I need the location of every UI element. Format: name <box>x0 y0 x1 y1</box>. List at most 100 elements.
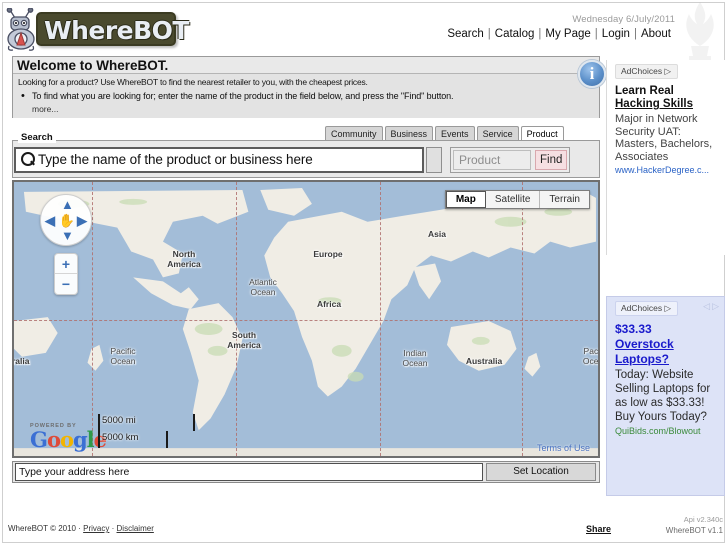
ad-1-body: Learn Real Hacking Skills Major in Netwo… <box>607 79 725 175</box>
ad-1-headline[interactable]: Learn Real Hacking Skills <box>615 85 718 111</box>
privacy-link[interactable]: Privacy <box>83 524 109 533</box>
adchoices-triangle-icon: ▷ <box>664 303 672 313</box>
chevron-right-icon[interactable]: ▷ <box>711 301 720 311</box>
find-button[interactable]: Find <box>535 149 568 170</box>
welcome-intro: Looking for a product? Use WhereBOT to f… <box>18 77 368 87</box>
adchoices-triangle-icon: ▷ <box>664 66 672 76</box>
nav-item-catalog[interactable]: Catalog <box>491 28 539 40</box>
page-title: Welcome to WhereBOT. <box>13 57 599 74</box>
wherebot-page: WhereBOT Wednesday 6/July/2011 Search | Ca… <box>0 0 727 545</box>
ad-2-description: Today: Website Selling Laptops for as lo… <box>615 369 711 423</box>
address-bar: Type your address here Set Location <box>12 461 600 483</box>
pan-down-icon[interactable]: ▼ <box>61 229 74 242</box>
map-meridian-line <box>380 182 381 456</box>
welcome-bullet: To find what you are looking for; enter … <box>21 90 594 102</box>
pan-up-icon[interactable]: ▲ <box>61 198 74 211</box>
ad-2-nav: ◁ ▷ <box>702 301 720 312</box>
map-label-atlantic-ocean: Atlantic Ocean <box>249 277 277 297</box>
brand-logo[interactable]: WhereBOT <box>6 6 189 51</box>
zoom-in-button[interactable]: + <box>55 254 77 274</box>
ad-2-url[interactable]: QuiBids.com/Blowout <box>615 426 717 436</box>
pan-right-icon[interactable]: ▶ <box>77 214 87 227</box>
ad-1-url[interactable]: www.HackerDegree.c... <box>615 165 718 175</box>
map-label-indian-ocean: Indian Ocean <box>402 348 428 368</box>
map-type-map[interactable]: Map <box>445 191 486 208</box>
ad-slot-1: AdChoices ▷ Learn Real Hacking Skills Ma… <box>606 60 725 255</box>
ad-slot-2: AdChoices ▷ ◁ ▷ $33.33 Overstock Laptops?… <box>606 296 725 496</box>
map-equator-line <box>14 320 598 321</box>
api-version: Api v2.340c <box>683 515 723 524</box>
address-input[interactable]: Type your address here <box>15 463 483 481</box>
header-right: Wednesday 6/July/2011 Search | Catalog | My … <box>443 14 675 40</box>
nav-item-login[interactable]: Login <box>598 28 634 40</box>
footer: WhereBOT © 2010 · Privacy · Disclaimer S… <box>0 500 727 545</box>
footer-dot: · <box>111 524 115 533</box>
nav-item-about[interactable]: About <box>637 28 675 40</box>
pan-left-icon[interactable]: ◀ <box>45 214 55 227</box>
ad-1-headline-line1: Learn Real <box>615 85 674 97</box>
footer-copyright: WhereBOT © 2010 <box>8 524 76 533</box>
ad-2-headline-line2: Overstock <box>615 337 674 351</box>
map-label-africa: Africa <box>316 299 342 309</box>
nav-item-search[interactable]: Search <box>443 28 487 40</box>
map-meridian-line <box>92 182 93 456</box>
zoom-control: + − <box>54 253 78 295</box>
map-label-europe: Europe <box>313 249 343 259</box>
current-date: Wednesday 6/July/2011 <box>572 14 675 25</box>
map-scale-bar: 5000 mi 5000 km <box>98 414 198 448</box>
map-type-terrain[interactable]: Terrain <box>540 191 589 208</box>
pan-control[interactable]: ▲ ▼ ◀ ▶ ✋ <box>40 194 92 246</box>
scale-miles-label: 5000 mi <box>102 415 136 426</box>
scale-row-miles: 5000 mi <box>98 414 198 431</box>
search-dropdown-toggle[interactable] <box>426 146 442 173</box>
tab-community[interactable]: Community <box>325 126 383 141</box>
adchoices-label: AdChoices <box>621 66 663 76</box>
map-label-asia: Asia <box>428 229 446 239</box>
app-version: WhereBOT v1.1 <box>665 526 723 535</box>
tab-events[interactable]: Events <box>435 126 475 141</box>
scale-km-label: 5000 km <box>102 432 139 443</box>
info-icon[interactable]: i <box>578 60 606 88</box>
more-link[interactable]: more... <box>32 104 594 114</box>
logo-text: WhereBOT <box>44 16 189 45</box>
search-placeholder: Type the name of the product or business… <box>38 152 313 167</box>
share-link[interactable]: Share <box>586 524 611 534</box>
adchoices-badge-2[interactable]: AdChoices ▷ <box>615 301 679 316</box>
pan-hand-icon[interactable]: ✋ <box>58 212 76 230</box>
search-controls: Type the name of the product or business… <box>14 145 598 174</box>
zoom-out-button[interactable]: − <box>55 274 77 294</box>
nav-item-my-page[interactable]: My Page <box>541 28 594 40</box>
terms-of-use-link[interactable]: Terms of Use <box>537 443 590 453</box>
ad-2-body: $33.33 Overstock Laptops? Today: Website… <box>607 316 724 436</box>
map-type-switcher: Map Satellite Terrain <box>444 190 590 209</box>
search-type-group: Product Find <box>450 146 571 173</box>
ad-2-headline[interactable]: $33.33 Overstock Laptops? <box>615 322 717 367</box>
map-type-satellite[interactable]: Satellite <box>486 191 541 208</box>
map-label-north-america: North America <box>167 249 201 269</box>
ad-1-headline-line2: Hacking Skills <box>615 98 693 110</box>
tab-business[interactable]: Business <box>384 126 434 141</box>
map-label-pacific-ocean: Pacific Ocean <box>110 346 136 366</box>
set-location-button[interactable]: Set Location <box>486 463 596 481</box>
tab-product[interactable]: Product <box>520 126 564 141</box>
footer-links: WhereBOT © 2010 · Privacy · Disclaimer <box>8 524 154 533</box>
adchoices-label: AdChoices <box>621 303 663 313</box>
disclaimer-link[interactable]: Disclaimer <box>117 524 154 533</box>
map-label-australia: Australia <box>465 356 503 366</box>
ad-2-headline-line3: Laptops? <box>615 352 669 366</box>
map-meridian-line <box>236 182 237 456</box>
version-info: Api v2.340c WhereBOT v1.1 <box>666 514 723 536</box>
map-meridian-line <box>522 182 523 456</box>
category-tabs: Community Business Events Service Produc… <box>325 126 566 141</box>
welcome-panel: Welcome to WhereBOT. Looking for a produ… <box>12 56 600 118</box>
search-type-select[interactable]: Product <box>453 149 531 170</box>
map-label-south-america: South America <box>227 330 261 350</box>
adchoices-badge-1[interactable]: AdChoices ▷ <box>615 64 679 79</box>
scale-row-km: 5000 km <box>98 431 198 448</box>
search-input[interactable]: Type the name of the product or business… <box>14 146 424 173</box>
chevron-left-icon[interactable]: ◁ <box>702 301 711 311</box>
map-viewport[interactable]: North America Europe Asia Africa South A… <box>12 180 600 458</box>
tab-service[interactable]: Service <box>476 126 519 141</box>
main-nav: Search | Catalog | My Page | Login | About <box>443 28 675 40</box>
flame-emblem-icon <box>686 2 714 60</box>
